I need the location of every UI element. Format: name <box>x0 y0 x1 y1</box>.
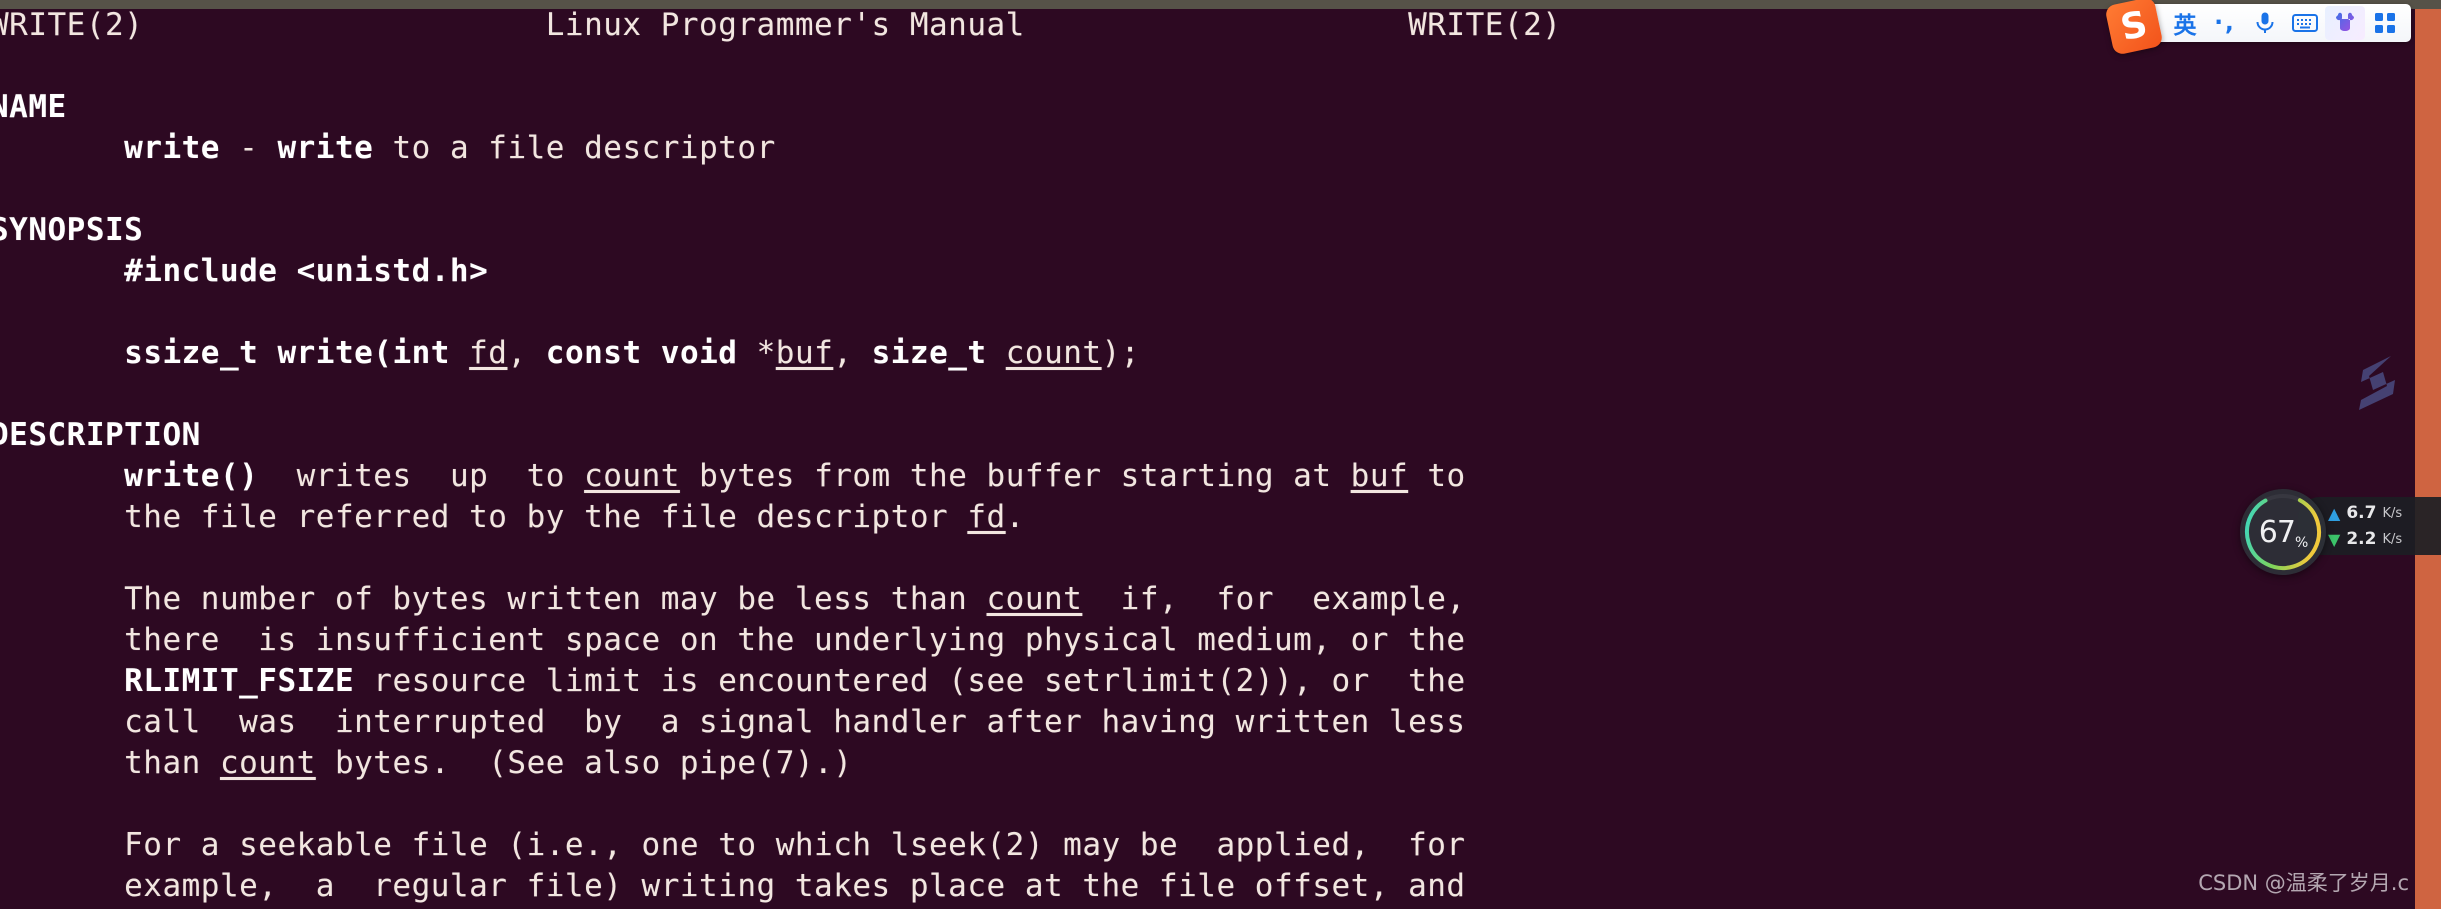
man-line: write() writes up to count bytes from th… <box>124 458 1466 494</box>
dial-percent-label: 67% <box>2240 489 2326 575</box>
upload-speed-value: 6.7 <box>2346 503 2377 523</box>
man-line: For a seekable file (i.e., one to which … <box>0 827 1466 863</box>
terminal-window[interactable]: WRITE(2) Linux Programmer's Manual WRITE… <box>0 9 2415 909</box>
man-line: the file referred to by the file descrip… <box>0 499 1025 535</box>
dial-percent-value: 67 <box>2258 514 2296 550</box>
s-logo-watermark <box>2359 356 2395 410</box>
desktop-right-edge <box>2415 0 2441 909</box>
upload-speed-unit: K/s <box>2382 505 2403 521</box>
man-line: example, a regular file) writing takes p… <box>0 868 1466 904</box>
man-line: there is insufficient space on the under… <box>0 622 1466 658</box>
dial-percent-unit: % <box>2294 535 2308 551</box>
man-line: ssize_t write(int fd, const void *buf, s… <box>124 335 1140 371</box>
upload-arrow-icon: ▲ <box>2328 503 2341 523</box>
man-line: The number of bytes written may be less … <box>0 581 1466 617</box>
csdn-watermark: CSDN @温柔了岁月.c <box>2198 871 2409 895</box>
cpu-usage-dial[interactable]: 67% <box>2240 489 2326 575</box>
man-line: NAME <box>0 89 67 125</box>
man-line: RLIMIT_FSIZE resource limit is encounter… <box>124 663 1466 699</box>
man-line: #include <unistd.h> <box>0 253 489 289</box>
download-speed-value: 2.2 <box>2346 529 2377 549</box>
window-titlebar[interactable] <box>0 0 2441 9</box>
download-arrow-icon: ▼ <box>2328 529 2341 549</box>
upload-speed-row: ▲ 6.7 K/s <box>2328 501 2441 525</box>
app-menu-icon[interactable] <box>2365 6 2405 40</box>
download-speed-row: ▼ 2.2 K/s <box>2328 527 2441 551</box>
man-line: DESCRIPTION <box>0 417 201 453</box>
punctuation-icon[interactable]: ·, <box>2205 6 2245 40</box>
keyboard-icon[interactable] <box>2285 6 2325 40</box>
man-line: write - write to a file descriptor <box>124 130 776 166</box>
man-line: WRITE(2) Linux Programmer's Manual WRITE… <box>0 9 1562 43</box>
network-speed-widget[interactable]: ▲ 6.7 K/s ▼ 2.2 K/s 67% <box>2240 489 2441 575</box>
man-line: than count bytes. (See also pipe(7).) <box>0 745 853 781</box>
sogou-ime-toolbar[interactable]: S 英 ·, <box>2104 0 2411 56</box>
download-speed-unit: K/s <box>2382 531 2403 547</box>
man-line: SYNOPSIS <box>0 212 144 248</box>
skin-theme-icon[interactable] <box>2325 6 2365 40</box>
man-line: call was interrupted by a signal handler… <box>0 704 1466 740</box>
microphone-icon[interactable] <box>2245 6 2285 40</box>
language-mode-icon[interactable]: 英 <box>2165 6 2205 40</box>
